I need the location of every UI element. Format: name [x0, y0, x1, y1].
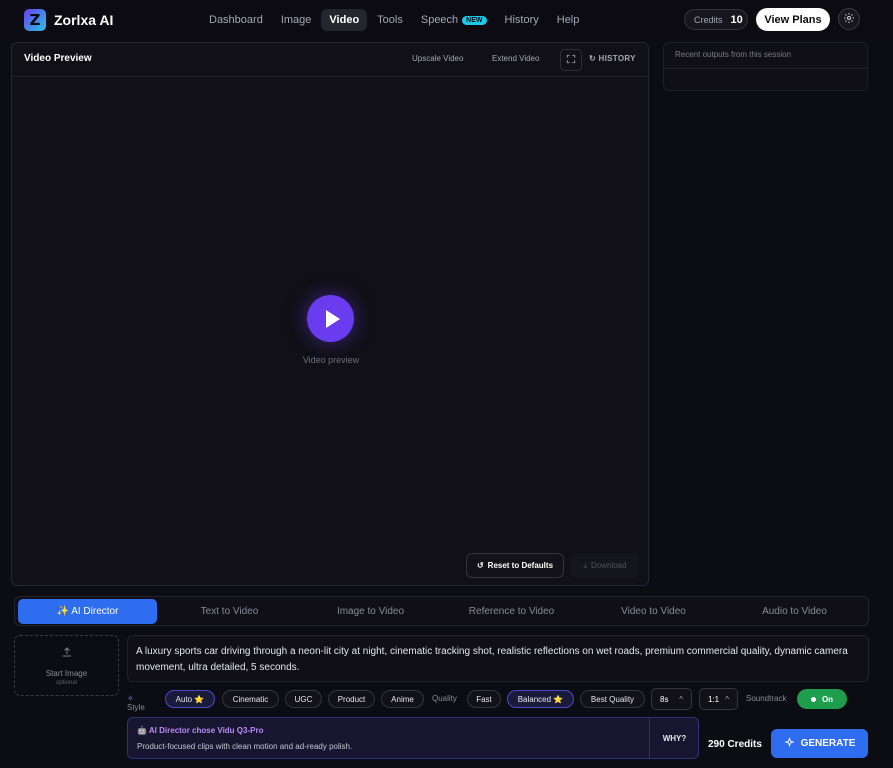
upload-icon [61, 646, 73, 661]
chevron-up-icon: ^ [679, 694, 683, 704]
recent-outputs-text: Recent outputs from this session [675, 50, 792, 59]
style-chip-cinematic[interactable]: Cinematic [222, 690, 279, 708]
soundtrack-value: On [821, 694, 834, 704]
soundtrack-toggle[interactable]: On [797, 689, 847, 709]
robot-icon: 🤖 [137, 726, 147, 735]
view-plans-button[interactable]: View Plans [756, 8, 830, 31]
nav-speech-label: Speech [420, 14, 459, 26]
main-nav: Dashboard Image Video Tools Speech NEW Hi… [201, 9, 587, 31]
director-desc: Product-focused clips with clean motion … [137, 742, 353, 751]
tab-image-to-video[interactable]: Image to Video [301, 599, 440, 624]
sparkle-icon [783, 736, 795, 751]
quality-label: Quality [432, 694, 457, 703]
quality-chip-balanced[interactable]: Balanced ⭐ [507, 690, 574, 708]
tab-ai-director[interactable]: ✨ AI Director [18, 599, 157, 624]
tab-reference-to-video[interactable]: Reference to Video [442, 599, 581, 624]
chevron-up-icon: ^ [725, 694, 729, 704]
sparkle-icon: ✧ [127, 694, 134, 703]
nav-dashboard[interactable]: Dashboard [201, 9, 271, 31]
upscale-video-button[interactable]: Upscale Video [412, 54, 463, 63]
credits-pill[interactable]: Credits 10 [684, 9, 748, 30]
prompt-textarea[interactable]: A luxury sports car driving through a ne… [127, 635, 869, 682]
nav-speech[interactable]: Speech NEW [413, 9, 495, 31]
quality-chip-best[interactable]: Best Quality [580, 690, 645, 708]
aspect-select[interactable]: 1:1 ^ [699, 688, 738, 710]
expand-icon [566, 54, 576, 67]
reset-label: Reset to Defaults [487, 561, 554, 570]
play-button[interactable] [307, 295, 354, 342]
aspect-value: 1:1 [708, 694, 720, 704]
style-chip-ugc[interactable]: UGC [285, 690, 322, 708]
play-icon [325, 309, 340, 328]
preview-title: Video Preview [24, 53, 92, 64]
nav-tools[interactable]: Tools [369, 9, 411, 31]
download-icon: ⤓ [583, 560, 587, 570]
history-label: HISTORY [598, 54, 636, 63]
tab-video-to-video[interactable]: Video to Video [584, 599, 723, 624]
style-label-group: ✧ Style [127, 694, 145, 712]
total-credits: 290 Credits [708, 739, 762, 750]
gear-icon [843, 12, 855, 27]
duration-select[interactable]: 8s ^ [651, 688, 692, 710]
nav-video[interactable]: Video [321, 9, 368, 31]
style-chip-product[interactable]: Product [328, 690, 375, 708]
ai-director-box: 🤖 AI Director chose Vidu Q3-Pro Product-… [127, 717, 699, 759]
app-logo[interactable]: Z [24, 9, 46, 31]
credits-value: 10 [730, 13, 743, 26]
start-image-label: Start Image [45, 668, 88, 678]
preview-caption: Video preview [302, 355, 360, 365]
nav-history[interactable]: History [497, 9, 547, 31]
toggle-dot [810, 696, 816, 702]
new-badge: NEW [462, 15, 487, 25]
nav-image[interactable]: Image [273, 9, 320, 31]
mode-tabs: ✨ AI Director Text to Video Image to Vid… [14, 596, 869, 626]
quality-chip-fast[interactable]: Fast [467, 690, 501, 708]
director-title: 🤖 AI Director chose Vidu Q3-Pro [137, 726, 263, 735]
history-icon: ↻ [589, 54, 597, 63]
tab-text-to-video[interactable]: Text to Video [160, 599, 299, 624]
settings-button[interactable] [838, 8, 860, 30]
director-title-text: AI Director chose Vidu Q3-Pro [148, 726, 264, 735]
extend-video-button[interactable]: Extend Video [492, 54, 539, 63]
nav-help[interactable]: Help [549, 9, 588, 31]
soundtrack-label: Soundtrack [746, 694, 787, 703]
download-label: Download [590, 561, 627, 570]
preview-header: Video Preview Upscale Video Extend Video… [12, 43, 648, 77]
tab-audio-to-video[interactable]: Audio to Video [725, 599, 864, 624]
download-button[interactable]: ⤓ Download [571, 553, 639, 578]
generate-label: GENERATE [800, 738, 856, 749]
why-button[interactable]: WHY? [649, 718, 699, 758]
divider [664, 68, 867, 69]
reset-defaults-button[interactable]: ↺ Reset to Defaults [466, 553, 564, 578]
generate-button[interactable]: GENERATE [771, 729, 868, 758]
history-button[interactable]: ↻ HISTORY [589, 54, 636, 63]
video-preview-panel: Video Preview Upscale Video Extend Video… [11, 42, 649, 586]
fullscreen-button[interactable] [560, 49, 582, 71]
recent-outputs-panel: Recent outputs from this session [663, 42, 868, 91]
style-chip-auto[interactable]: Auto ⭐ [165, 690, 215, 708]
start-image-optional: optional [55, 679, 78, 686]
reset-icon: ↺ [476, 561, 484, 570]
app-title: Zorlxa AI [54, 12, 114, 28]
duration-value: 8s [660, 694, 669, 704]
style-label: Style [127, 703, 145, 712]
top-navbar: Z Zorlxa AI Dashboard Image Video Tools … [0, 0, 893, 40]
start-image-dropzone[interactable]: Start Image optional [14, 635, 119, 696]
style-chip-anime[interactable]: Anime [381, 690, 424, 708]
credits-label: Credits [694, 14, 723, 25]
